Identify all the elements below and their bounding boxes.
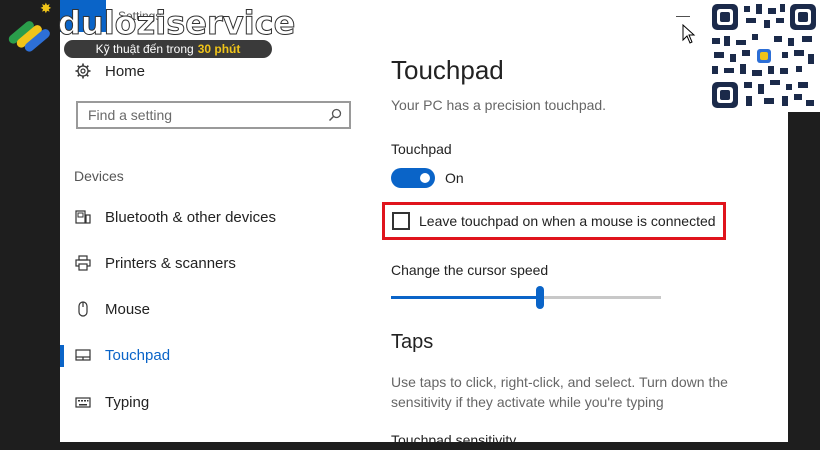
brand-tagline: Kỹ thuật đến trong 30 phút bbox=[64, 40, 272, 58]
touchpad-toggle[interactable] bbox=[391, 168, 435, 188]
selected-indicator bbox=[60, 345, 64, 367]
slider-thumb[interactable] bbox=[535, 286, 544, 309]
minimize-icon: — bbox=[676, 7, 690, 23]
slider-fill bbox=[391, 296, 540, 299]
sidebar-item-label: Bluetooth & other devices bbox=[105, 208, 276, 226]
search-box[interactable] bbox=[76, 101, 351, 129]
sidebar-item-label: Touchpad bbox=[105, 346, 171, 364]
page-title: Touchpad bbox=[391, 55, 504, 85]
printer-icon bbox=[74, 254, 92, 272]
keyboard-icon bbox=[74, 393, 92, 411]
taps-heading: Taps bbox=[391, 331, 434, 353]
section-label-devices: Devices bbox=[74, 168, 124, 184]
qr-code-icon bbox=[708, 0, 820, 112]
touchpad-icon bbox=[74, 346, 92, 364]
gear-icon bbox=[74, 62, 92, 80]
bluetooth-devices-icon bbox=[74, 208, 92, 226]
touchpad-sensitivity-label: Touchpad sensitivity bbox=[391, 432, 517, 442]
cursor-speed-label: Change the cursor speed bbox=[391, 262, 549, 278]
sparkle-icon: ✸ bbox=[40, 0, 52, 16]
brand-logo: ✸ duloziservice Kỹ thuật đến trong 30 ph… bbox=[0, 0, 296, 62]
sidebar-item-typing[interactable]: Typing bbox=[74, 388, 149, 416]
settings-window: Settings — Home Devices Bluetooth & othe… bbox=[60, 0, 788, 442]
mouse-icon bbox=[74, 300, 92, 318]
tagline-text: Kỹ thuật đến trong bbox=[95, 42, 194, 56]
search-icon[interactable] bbox=[328, 108, 342, 122]
nav-home-label: Home bbox=[105, 62, 146, 80]
cursor-speed-slider[interactable] bbox=[391, 286, 661, 309]
checkbox-label[interactable]: Leave touchpad on when a mouse is connec… bbox=[419, 213, 716, 229]
sidebar-item-label: Typing bbox=[105, 393, 150, 411]
sidebar-item-touchpad[interactable]: Touchpad bbox=[74, 341, 170, 369]
taps-description: Use taps to click, right-click, and sele… bbox=[391, 374, 728, 410]
sidebar-item-label: Mouse bbox=[105, 300, 151, 318]
touchpad-toggle-label: Touchpad bbox=[391, 141, 452, 157]
mouse-cursor-icon bbox=[682, 24, 696, 44]
tagline-accent: 30 phút bbox=[197, 42, 241, 56]
toggle-state-text: On bbox=[445, 170, 464, 186]
brand-name: duloziservice bbox=[57, 4, 296, 43]
sidebar-item-label: Printers & scanners bbox=[105, 254, 236, 272]
search-input[interactable] bbox=[88, 107, 308, 123]
page-subtitle: Your PC has a precision touchpad. bbox=[391, 97, 607, 113]
sidebar-item-mouse[interactable]: Mouse bbox=[74, 295, 150, 323]
sidebar-item-bluetooth[interactable]: Bluetooth & other devices bbox=[74, 203, 276, 231]
leave-touchpad-on-checkbox[interactable] bbox=[392, 212, 410, 230]
toggle-knob bbox=[420, 173, 430, 183]
sidebar-item-printers[interactable]: Printers & scanners bbox=[74, 249, 236, 277]
